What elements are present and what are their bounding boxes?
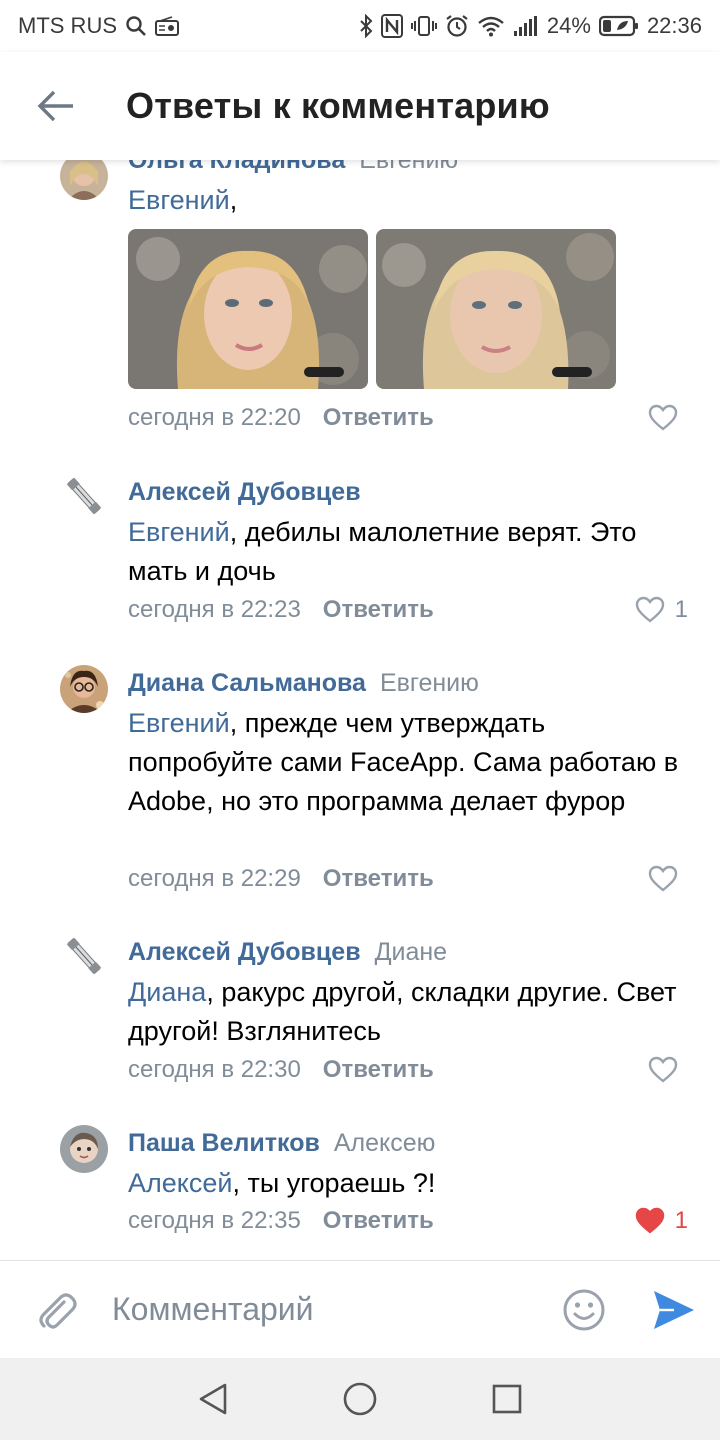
like-button[interactable]: 1 [635, 1207, 688, 1235]
attach-icon [39, 1292, 77, 1329]
page-title: Ответы к комментарию [126, 85, 550, 126]
send-icon [654, 1290, 694, 1329]
comment-time: сегодня в 22:35 [128, 1207, 301, 1234]
comment-time: сегодня в 22:23 [128, 596, 301, 623]
comment-item: Диана Сальманова Евгению Евгений, прежде … [0, 663, 720, 893]
carrier-label: MTS RUS [18, 13, 117, 38]
comments-list[interactable]: Ольга Кладинова Евгению Евгений, сегодня… [0, 160, 720, 1260]
send-button[interactable] [628, 1289, 720, 1331]
nav-recents-icon [492, 1384, 521, 1414]
comment-item: Алексей Дубовцев Евгений, дебилы малолет… [0, 472, 720, 624]
like-button[interactable] [648, 1056, 688, 1084]
mention-link[interactable]: Евгений [128, 185, 230, 215]
comment-time: сегодня в 22:29 [128, 865, 301, 892]
battery-percent: 24% [546, 13, 591, 38]
reply-to: Алексею [333, 1129, 436, 1157]
nav-home-button[interactable] [320, 1369, 400, 1429]
status-bar: MTS RUS 24% 22:36 [0, 0, 720, 52]
attach-button[interactable] [0, 1288, 112, 1332]
comment-item: Ольга Кладинова Евгению Евгений, сегодня… [0, 160, 720, 446]
nav-recents-button[interactable] [467, 1369, 547, 1429]
reply-to: Диане [374, 938, 448, 966]
mention-link[interactable]: Алексей [128, 1168, 233, 1198]
avatar[interactable] [60, 472, 108, 520]
heart-icon [635, 1207, 664, 1234]
heart-icon [648, 865, 678, 892]
bluetooth-icon [359, 14, 373, 38]
reply-to: Евгению [379, 669, 479, 697]
heart-icon [635, 596, 664, 623]
mention-link[interactable]: Евгений [128, 517, 230, 547]
reply-to: Евгению [359, 160, 459, 174]
avatar[interactable] [60, 932, 108, 980]
like-button[interactable]: 1 [635, 596, 688, 624]
comment-text: Евгений, прежде чем утверждать попробуйт… [128, 704, 688, 821]
reply-button[interactable]: Ответить [323, 1056, 434, 1083]
reply-button[interactable]: Ответить [323, 1207, 434, 1234]
battery-icon [598, 15, 639, 37]
author-name[interactable]: Диана Сальманова [128, 669, 366, 697]
attached-photo-1[interactable] [128, 229, 368, 389]
nfc-icon [380, 14, 403, 38]
comment-time: сегодня в 22:30 [128, 1056, 301, 1083]
mention-link[interactable]: Евгений [128, 708, 230, 738]
system-navigation-bar [0, 1358, 720, 1440]
vibrate-icon [410, 15, 437, 37]
like-button[interactable] [648, 404, 688, 432]
like-count: 1 [674, 1207, 688, 1234]
heart-icon [648, 404, 678, 431]
emoji-button[interactable] [540, 1288, 628, 1332]
author-name[interactable]: Алексей Дубовцев [128, 478, 361, 506]
nav-home-icon [343, 1382, 377, 1416]
avatar[interactable] [60, 665, 108, 713]
author-name[interactable]: Алексей Дубовцев [128, 938, 361, 966]
emoji-icon [563, 1289, 605, 1330]
author-name[interactable]: Паша Велитков [128, 1129, 320, 1157]
back-arrow-icon [37, 90, 73, 122]
wifi-icon [477, 15, 505, 37]
attached-photo-2[interactable] [376, 229, 616, 389]
back-button[interactable] [0, 52, 114, 160]
comment-body: , [229, 185, 238, 215]
top-app-bar: Ответы к комментарию [0, 52, 720, 160]
comment-item: Паша Велитков Алексею Алексей, ты угораеш… [0, 1123, 720, 1235]
avatar[interactable] [60, 160, 108, 200]
reply-button[interactable]: Ответить [323, 596, 434, 623]
comment-text: Алексей, ты угораешь ?! [128, 1164, 688, 1203]
comment-item: Алексей Дубовцев Диане Диана, ракурс друг… [0, 932, 720, 1084]
like-count: 1 [674, 596, 688, 623]
nav-back-button[interactable] [173, 1369, 253, 1429]
signal-icon [513, 15, 539, 37]
reply-button[interactable]: Ответить [323, 865, 434, 892]
radio-icon [155, 16, 179, 36]
author-name[interactable]: Ольга Кладинова [128, 160, 345, 174]
comment-text: Диана, ракурс другой, складки другие. Св… [128, 973, 688, 1051]
comment-text: Евгений, [128, 181, 688, 220]
clock: 22:36 [646, 13, 702, 38]
heart-icon [648, 1056, 678, 1083]
reply-button[interactable]: Ответить [323, 404, 434, 431]
like-button[interactable] [648, 865, 688, 893]
comment-body: , ракурс другой, складки другие. Свет др… [128, 977, 677, 1046]
comment-text: Евгений, дебилы малолетние верят. Это ма… [128, 513, 688, 591]
comment-composer [0, 1260, 720, 1358]
nav-back-icon [200, 1383, 227, 1415]
comment-time: сегодня в 22:20 [128, 404, 301, 431]
avatar[interactable] [60, 1125, 108, 1173]
mention-link[interactable]: Диана [128, 977, 206, 1007]
comment-input[interactable] [112, 1291, 540, 1328]
comment-body: , ты угораешь ?! [232, 1168, 436, 1198]
alarm-icon [445, 14, 469, 38]
search-icon [125, 15, 147, 37]
